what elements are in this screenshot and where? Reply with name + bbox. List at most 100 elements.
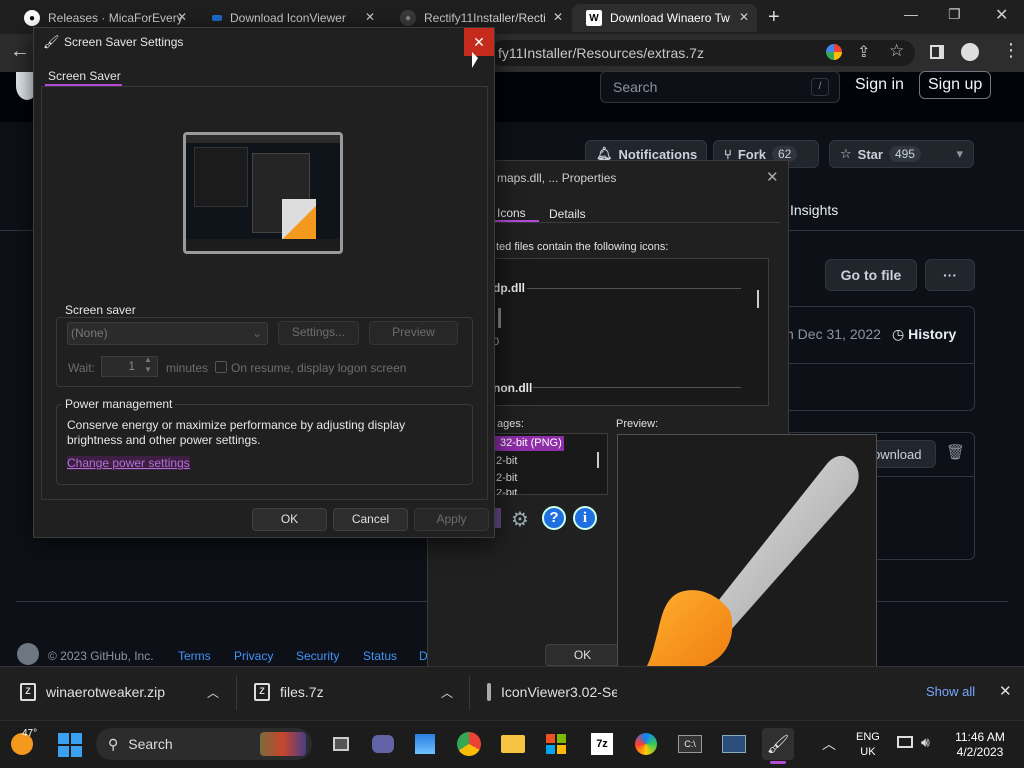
weather-temp: 47°: [22, 728, 38, 739]
list-scrollbar[interactable]: [757, 290, 759, 308]
clock[interactable]: 11:46 AM 4/2/2023: [948, 730, 1012, 760]
close-tab-icon[interactable]: ✕: [553, 10, 563, 24]
download-item-iconviewer[interactable]: IconViewer3.02-Setup.exe: [487, 683, 617, 701]
tab-details[interactable]: Details: [549, 207, 586, 221]
github-icon: ●: [24, 10, 40, 26]
file-group-2: non.dll: [493, 381, 533, 395]
menu-kebab-icon[interactable]: ⋮: [1002, 40, 1020, 60]
start-windows-icon[interactable]: [58, 733, 82, 757]
volume-icon[interactable]: 🔊︎: [921, 734, 930, 751]
change-power-settings-link[interactable]: Change power settings: [67, 456, 190, 470]
maximize-icon[interactable]: ❐: [948, 6, 961, 23]
wait-label: Wait:: [68, 361, 95, 375]
new-tab-button[interactable]: +: [768, 6, 780, 29]
github-footer-logo-icon: [17, 643, 39, 665]
taskbar-search[interactable]: ⚲ Search: [96, 728, 312, 760]
image-item-selected[interactable]: 32-bit (PNG): [494, 436, 564, 451]
download-divider: [236, 676, 237, 710]
photos-icon[interactable]: [630, 728, 662, 760]
star-dropdown-icon[interactable]: ▾: [956, 146, 963, 162]
preview-label: Preview:: [616, 418, 659, 430]
more-options-button[interactable]: ···: [925, 259, 975, 291]
images-scrollbar[interactable]: [597, 452, 599, 468]
stepper-arrows-icon[interactable]: ▲ ▼: [144, 355, 152, 375]
icons-intro-text: ted files contain the following icons:: [496, 241, 669, 253]
star-count: 495: [888, 146, 921, 162]
screen-saver-select[interactable]: (None) ⌄: [67, 322, 268, 345]
store-icon[interactable]: [540, 728, 572, 760]
bookmark-star-icon[interactable]: ☆: [889, 41, 904, 61]
footer-terms-link[interactable]: Terms: [178, 649, 211, 663]
address-bar[interactable]: fy11Installer/Resources/extras.7z: [490, 40, 915, 66]
footer-status-link[interactable]: Status: [363, 649, 397, 663]
chevron-up-icon[interactable]: ︿: [441, 684, 453, 701]
tray-overflow-icon[interactable]: ︿: [822, 734, 836, 754]
apply-button[interactable]: Apply: [414, 508, 489, 531]
screen-saver-taskbar-icon[interactable]: 🖌︎: [762, 728, 794, 760]
ok-button[interactable]: OK: [252, 508, 327, 531]
dialog-close-button[interactable]: ✕: [464, 28, 494, 56]
footer-security-link[interactable]: Security: [296, 649, 339, 663]
monitor-preview: [183, 132, 343, 254]
mouse-cursor: [472, 52, 478, 68]
star-button[interactable]: ☆ Star 495 ▾: [829, 140, 974, 168]
tab-winaero[interactable]: W Download Winaero Tw ✕: [572, 4, 757, 32]
insights-tab[interactable]: Insights: [790, 202, 838, 218]
side-panel-icon[interactable]: [930, 45, 944, 59]
file-explorer-icon[interactable]: [497, 728, 529, 760]
language-indicator[interactable]: ENG UK: [856, 730, 880, 760]
power-description: Conserve energy or maximize performance …: [67, 418, 406, 447]
info-icon[interactable]: i: [573, 506, 597, 530]
download-item-files[interactable]: Z files.7z: [254, 683, 324, 701]
close-tab-icon[interactable]: ✕: [365, 10, 375, 24]
chevron-up-icon[interactable]: ︿: [207, 684, 219, 701]
settings-button[interactable]: Settings...: [278, 321, 359, 345]
download-item-winaero[interactable]: Z winaerotweaker.zip: [20, 683, 165, 701]
sign-up-button[interactable]: Sign up: [919, 71, 992, 99]
search-input[interactable]: Search /: [600, 71, 840, 103]
chevron-down-icon: ⌄: [251, 326, 262, 340]
7zip-icon[interactable]: 7z: [586, 728, 618, 760]
close-tab-icon[interactable]: ✕: [739, 10, 749, 24]
widgets-icon[interactable]: [409, 728, 441, 760]
file-group-1: dp.dll: [493, 281, 525, 295]
preview-button[interactable]: Preview: [369, 321, 458, 345]
sign-in-link[interactable]: Sign in: [855, 76, 904, 94]
back-arrow-icon[interactable]: ←: [10, 40, 30, 63]
minimize-icon[interactable]: —: [904, 6, 918, 22]
site-icon: [212, 15, 222, 21]
history-link[interactable]: ◷ History: [892, 326, 956, 343]
network-icon[interactable]: [897, 736, 913, 748]
image-item[interactable]: 2-bit: [496, 489, 517, 495]
close-window-icon[interactable]: ✕: [995, 5, 1008, 25]
tab-screen-saver[interactable]: Screen Saver: [48, 69, 121, 83]
help-icon[interactable]: ?: [542, 506, 566, 530]
resource-monitor-icon[interactable]: [718, 728, 750, 760]
footer-privacy-link[interactable]: Privacy: [234, 649, 273, 663]
share-icon[interactable]: ⇪: [857, 42, 870, 62]
profile-icon[interactable]: [961, 43, 979, 61]
task-view-icon[interactable]: [325, 728, 357, 760]
chrome-icon[interactable]: [453, 728, 485, 760]
commit-date: n Dec 31, 2022: [786, 326, 881, 342]
properties-ok-button[interactable]: OK: [545, 644, 620, 666]
go-to-file-button[interactable]: Go to file: [825, 259, 917, 291]
image-item[interactable]: 2-bit: [496, 455, 517, 467]
show-all-link[interactable]: Show all: [926, 684, 975, 699]
terminal-icon[interactable]: C:\: [674, 728, 706, 760]
history-icon: ◷: [892, 326, 909, 342]
logon-checkbox[interactable]: [215, 361, 227, 373]
image-item[interactable]: 2-bit: [496, 472, 517, 484]
close-tab-icon[interactable]: ✕: [177, 10, 187, 24]
tab-icons[interactable]: Icons: [497, 206, 526, 220]
google-icon[interactable]: [826, 44, 842, 60]
trash-icon[interactable]: 🗑︎: [946, 443, 965, 461]
settings-gear-icon[interactable]: ⚙: [511, 507, 529, 532]
properties-close-icon[interactable]: ✕: [766, 168, 779, 186]
screen-saver-title-icon: 🖌︎: [43, 34, 60, 49]
file-box: [785, 363, 975, 411]
cancel-button[interactable]: Cancel: [333, 508, 408, 531]
star-icon: ☆: [840, 146, 852, 161]
close-download-bar-icon[interactable]: ✕: [999, 682, 1012, 700]
teams-chat-icon[interactable]: [367, 728, 399, 760]
